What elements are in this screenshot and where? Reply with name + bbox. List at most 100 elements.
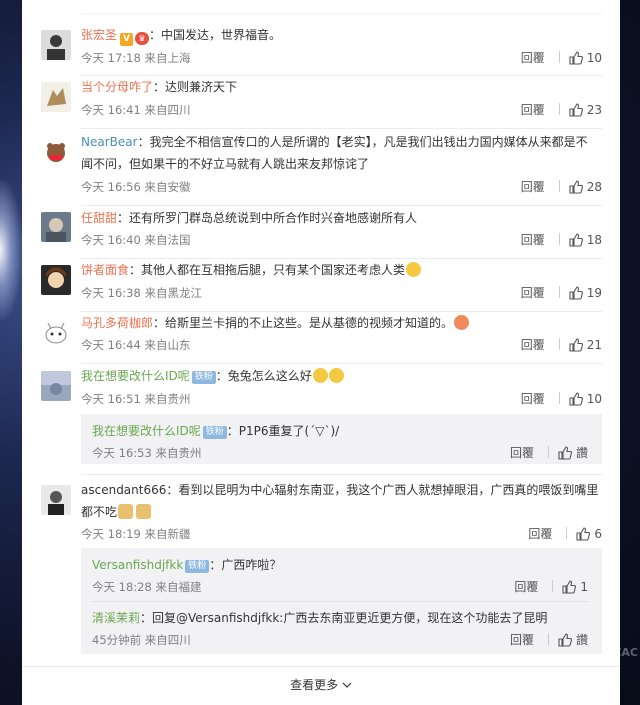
comment-meta: 今天 16:44 来自山东 bbox=[81, 338, 191, 352]
avatar[interactable] bbox=[41, 371, 71, 401]
sub-reply-meta: 今天 18:28 来自福建 bbox=[92, 580, 202, 594]
thumbs-up-icon[interactable] bbox=[569, 51, 583, 68]
action-divider bbox=[566, 527, 568, 539]
thumbs-up-icon[interactable] bbox=[558, 633, 572, 650]
figure-emoji-icon bbox=[118, 504, 134, 519]
comment-username[interactable]: 当个分母咋了 bbox=[81, 80, 153, 94]
sub-reply-username[interactable]: Versanfishdjfkk bbox=[92, 558, 183, 572]
comment-username[interactable]: ascendant666 bbox=[81, 483, 166, 497]
reply-button[interactable]: 回覆 bbox=[521, 178, 545, 195]
reply-button[interactable]: 回覆 bbox=[521, 101, 545, 118]
action-divider bbox=[547, 633, 549, 645]
reply-button[interactable]: 回覆 bbox=[521, 49, 545, 66]
fan-badge: 铁粉 bbox=[185, 560, 210, 573]
comment-divider bbox=[81, 363, 602, 364]
thumbs-up-icon[interactable] bbox=[569, 233, 583, 250]
sub-reply-item: 我在想要改什么ID呢 铁粉 ：P1P6重复了(´▽`)/ 今天 16:53 来自贵州… bbox=[81, 414, 602, 464]
reply-button[interactable]: 回覆 bbox=[521, 284, 545, 301]
comment-text: ：兔兔怎么这么好 bbox=[215, 369, 312, 383]
sub-reply-text: ：广西咋啦？ bbox=[209, 558, 282, 572]
chevron-down-icon bbox=[342, 678, 352, 692]
action-divider bbox=[558, 180, 560, 192]
action-divider bbox=[558, 338, 560, 350]
avatar[interactable] bbox=[41, 138, 71, 168]
comment-meta: 今天 16:56 来自安徽 bbox=[81, 180, 191, 194]
heart-eyes-emoji-icon bbox=[454, 315, 470, 330]
thumbs-up-icon[interactable] bbox=[569, 338, 583, 355]
like-count: 10 bbox=[586, 392, 602, 406]
like-count: 18 bbox=[586, 233, 602, 247]
action-divider bbox=[558, 286, 560, 298]
comment-meta: 今天 16:38 来自黑龙江 bbox=[81, 286, 202, 300]
thumbs-up-icon[interactable] bbox=[576, 527, 591, 544]
comment-username[interactable]: 张宏圣 bbox=[81, 28, 117, 42]
comment-divider bbox=[81, 474, 602, 475]
crying-emoji-icon bbox=[312, 368, 328, 383]
like-count: 28 bbox=[586, 180, 602, 194]
comment-username[interactable]: 马孔多荷枷郎 bbox=[81, 316, 153, 330]
comment-meta: 今天 16:51 来自贵州 bbox=[81, 392, 191, 406]
sub-reply-username[interactable]: 我在想要改什么ID呢 bbox=[92, 424, 201, 438]
comment-text-continued: 都不吃 bbox=[81, 505, 118, 519]
comment-divider bbox=[81, 205, 602, 206]
thumbs-up-icon[interactable] bbox=[569, 392, 583, 409]
smile-emoji-icon bbox=[406, 262, 422, 277]
comment-text: ：达则兼济天下 bbox=[153, 80, 238, 94]
comment-username[interactable]: NearBear bbox=[81, 135, 138, 149]
footer-divider bbox=[22, 666, 620, 667]
thumbs-up-icon[interactable] bbox=[562, 580, 577, 597]
like-count: 1 bbox=[580, 580, 588, 594]
comment-meta: 今天 18:19 来自新疆 bbox=[81, 527, 191, 541]
crying-emoji-icon bbox=[328, 368, 344, 383]
previous-comment-cutoff bbox=[22, 0, 620, 15]
avatar[interactable] bbox=[41, 265, 71, 295]
reply-button[interactable]: 回覆 bbox=[521, 390, 545, 407]
like-count: 10 bbox=[586, 51, 602, 65]
comment-text: ：还有所罗门群岛总统说到中所合作时兴奋地感谢所有人 bbox=[117, 211, 418, 225]
sub-reply-meta: 今天 16:53 来自贵州 bbox=[92, 446, 202, 460]
sub-reply-meta: 45分钟前 来自四川 bbox=[92, 633, 191, 647]
avatar[interactable] bbox=[41, 318, 71, 348]
like-count: 21 bbox=[586, 338, 602, 352]
thumbs-up-icon[interactable] bbox=[569, 180, 583, 197]
comment-text-continued: 闻不问，但如果干的不好立马就有人跳出来友邦惊诧了 bbox=[81, 157, 370, 171]
avatar[interactable] bbox=[41, 30, 71, 60]
avatar[interactable] bbox=[41, 212, 71, 242]
sub-reply-username[interactable]: 清溪茉莉 bbox=[92, 611, 140, 625]
reply-button[interactable]: 回覆 bbox=[510, 444, 534, 461]
comment-meta: 今天 16:40 来自法国 bbox=[81, 233, 191, 247]
comment-text: ：给斯里兰卡捐的不止这些。是从基德的视频才知道的。 bbox=[153, 316, 454, 330]
like-label[interactable]: 讚 bbox=[576, 633, 588, 647]
avatar[interactable] bbox=[41, 82, 71, 112]
comment-text: ：看到以昆明为中心辐射东南亚，我这个广西人就想掉眼泪，广西真的喂饭到嘴里 bbox=[166, 483, 599, 497]
reply-button[interactable]: 回覆 bbox=[528, 525, 552, 542]
sub-reply-divider bbox=[92, 601, 588, 602]
sub-reply-text: ：回复@Versanfishdjfkk:广西去东南亚更近更方便，现在这个功能去了… bbox=[140, 611, 548, 625]
verified-v-icon: V bbox=[120, 33, 134, 46]
thumbs-up-icon[interactable] bbox=[569, 286, 583, 303]
comment-text: ：中国发达，世界福音。 bbox=[149, 28, 282, 42]
action-divider bbox=[552, 580, 554, 592]
avatar[interactable] bbox=[41, 485, 71, 515]
action-divider bbox=[558, 392, 560, 404]
comment-username[interactable]: 任甜甜 bbox=[81, 211, 117, 225]
thumbs-up-icon[interactable] bbox=[558, 446, 572, 463]
comment-username[interactable]: 我在想要改什么ID呢 bbox=[81, 369, 190, 383]
comment-meta: 今天 17:18 来自上海 bbox=[81, 51, 191, 65]
load-more-button[interactable]: 查看更多 bbox=[22, 676, 620, 693]
reply-button[interactable]: 回覆 bbox=[521, 336, 545, 353]
reply-button[interactable]: 回覆 bbox=[514, 578, 538, 595]
reply-button[interactable]: 回覆 bbox=[521, 231, 545, 248]
comment-username[interactable]: 饼者面食 bbox=[81, 263, 129, 277]
figure-emoji-icon bbox=[136, 504, 152, 519]
comment-meta: 今天 16:41 来自四川 bbox=[81, 103, 191, 117]
reply-button[interactable]: 回覆 bbox=[510, 631, 534, 648]
background-light-flare bbox=[0, 180, 22, 320]
comment-text: ：其他人都在互相拖后腿，只有某个国家还考虑人类 bbox=[129, 263, 406, 277]
vip-crown-icon: ♛ bbox=[135, 32, 150, 45]
action-divider bbox=[558, 51, 560, 63]
sub-reply-list: Versanfishdjfkk 铁粉 ：广西咋啦？ 今天 18:28 来自福建 回覆… bbox=[81, 548, 602, 654]
like-count: 23 bbox=[586, 103, 602, 117]
like-label[interactable]: 讚 bbox=[576, 446, 588, 460]
thumbs-up-icon[interactable] bbox=[569, 103, 583, 120]
